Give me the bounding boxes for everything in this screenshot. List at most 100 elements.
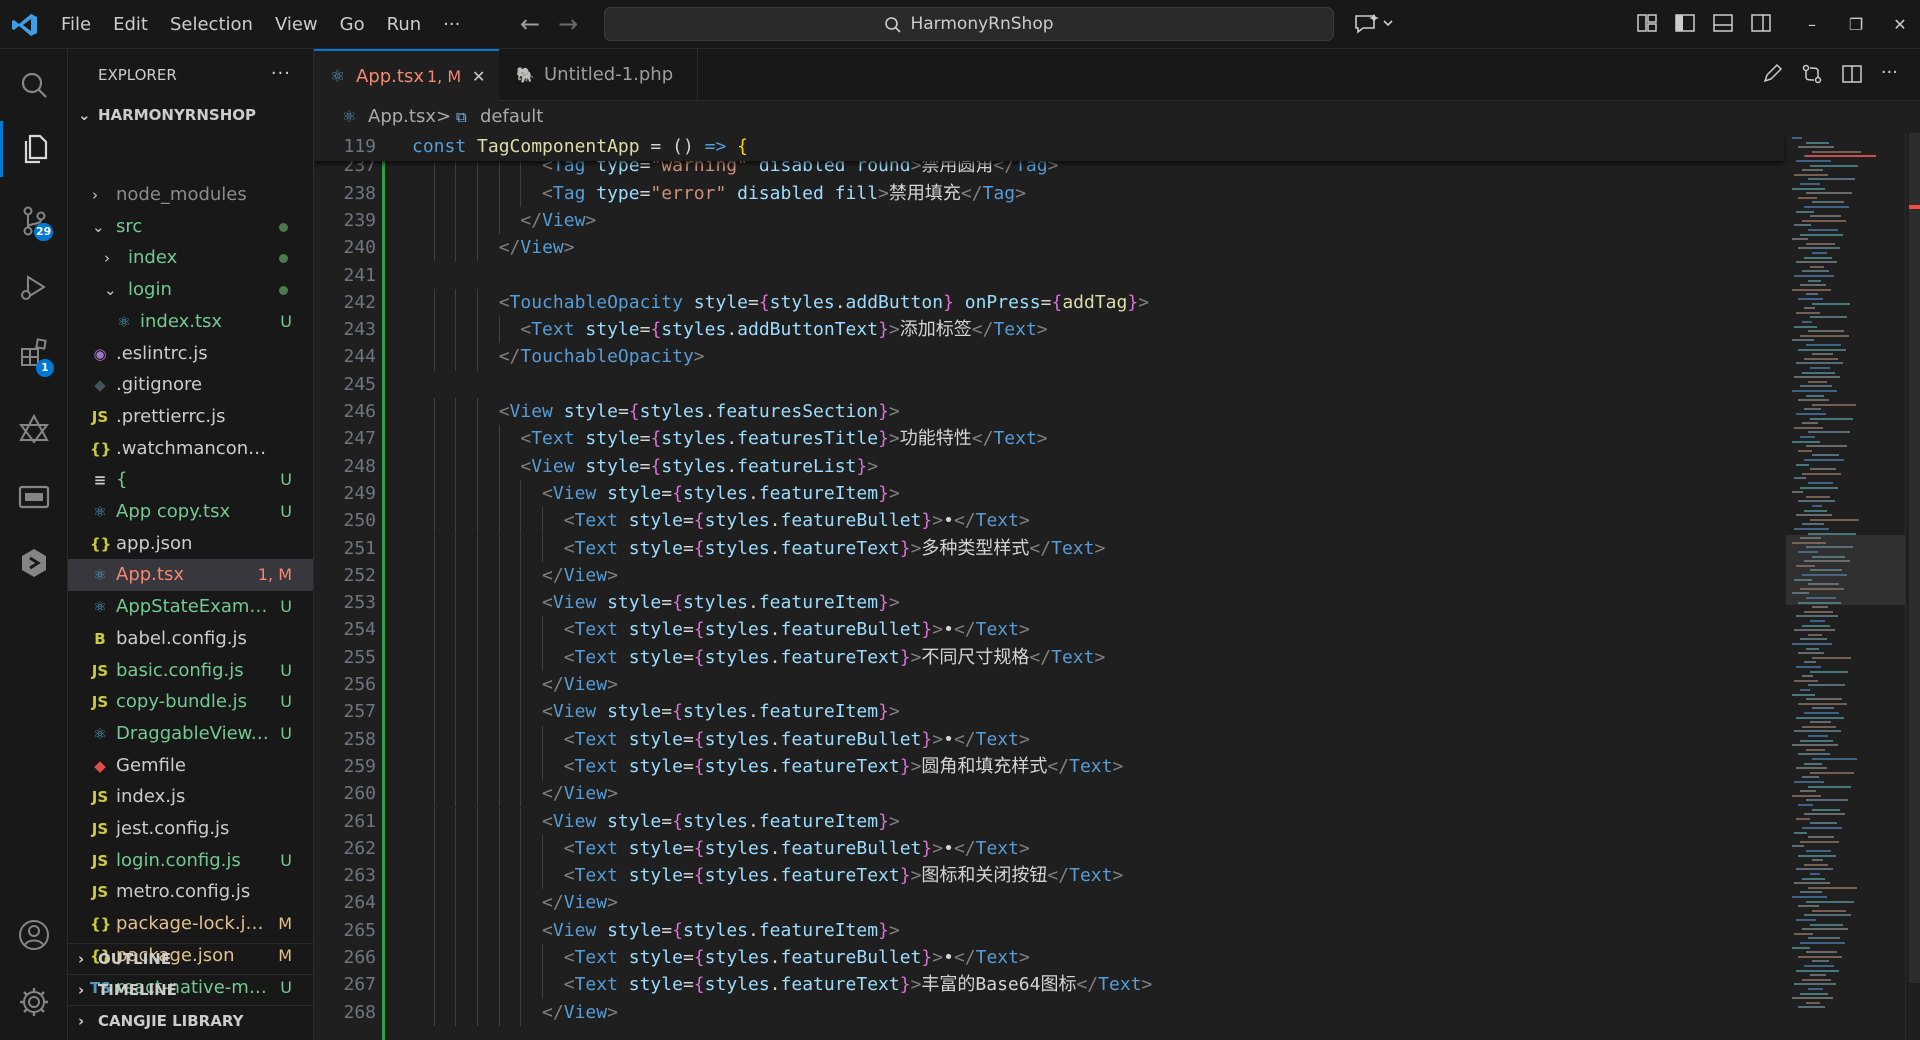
minimap[interactable] (1786, 133, 1906, 1040)
indent-guide (477, 234, 479, 262)
minimap-line (1808, 886, 1857, 889)
activity-harmony[interactable] (0, 401, 68, 457)
tree-item[interactable]: ⚛ App copy.tsx U (68, 496, 313, 528)
forward-arrow-icon[interactable]: → (558, 10, 578, 38)
tree-item[interactable]: {} app.json (68, 528, 313, 560)
minimap-line (1806, 647, 1819, 650)
tree-item[interactable]: ⌄ src (68, 211, 313, 243)
sticky-scroll-header[interactable]: 119 const TagComponentApp = () => { (314, 133, 1784, 161)
workspace-root-folder[interactable]: ⌄ HARMONYRNSHOP (68, 101, 313, 129)
tree-item[interactable]: {} package-lock.json M (68, 908, 313, 940)
copilot-menu[interactable] (1352, 11, 1396, 41)
run-debug-icon (21, 275, 46, 300)
toggle-panel-icon[interactable] (1712, 12, 1734, 34)
minimap-line (1796, 413, 1826, 415)
menu-file[interactable]: File (50, 0, 102, 49)
section-timeline[interactable]: › TIMELINE (68, 974, 313, 1005)
tree-item[interactable]: › node_modules (68, 179, 313, 211)
tree-item[interactable]: JS jest.config.js (68, 813, 313, 845)
git-status-badge: U (280, 850, 292, 870)
indent-guide (433, 589, 435, 617)
indent-guide (477, 698, 479, 726)
minimap-line (1812, 960, 1829, 963)
breadcrumb-symbol[interactable]: default (480, 101, 543, 133)
tree-item[interactable]: JS metro.config.js (68, 876, 313, 908)
activity-explorer[interactable] (0, 121, 68, 177)
tree-item[interactable]: ⌄ login (68, 274, 313, 306)
tree-item[interactable]: {} .watchmanconfig (68, 433, 313, 465)
toggle-secondary-sidebar-icon[interactable] (1750, 12, 1772, 34)
minimap-line (1804, 813, 1845, 816)
tree-item[interactable]: JS basic.config.js U (68, 655, 313, 687)
activity-run-debug[interactable] (0, 259, 68, 315)
breadcrumb-file[interactable]: App.tsx (368, 101, 436, 133)
tree-item[interactable]: ⚛ index.tsx U (68, 306, 313, 338)
restore-icon[interactable]: ❐ (1834, 0, 1878, 49)
menu-view[interactable]: View (264, 0, 329, 49)
tree-item[interactable]: JS copy-bundle.js U (68, 686, 313, 718)
minimap-line (1810, 518, 1859, 521)
tree-item[interactable]: ⚛ DraggableView.tsx U (68, 718, 313, 750)
indent-guide (433, 452, 435, 480)
copilot-chat-icon (1355, 14, 1393, 34)
minimap-line (1806, 394, 1824, 397)
more-actions-icon[interactable]: ··· (1881, 63, 1898, 85)
menu-edit[interactable]: Edit (102, 0, 159, 49)
section-cangjie-library[interactable]: › CANGJIE LIBRARY (68, 1005, 313, 1036)
minimap-line (1806, 141, 1829, 144)
close-window-icon[interactable]: ✕ (1878, 0, 1920, 49)
vertical-scrollbar[interactable] (1905, 133, 1920, 1040)
split-editor-icon[interactable] (1841, 63, 1863, 85)
tree-item-label: babel.config.js (116, 627, 247, 649)
activity-accounts[interactable] (0, 907, 68, 963)
tree-item[interactable]: Bbabel.config.js (68, 623, 313, 655)
tree-item[interactable]: ⚛ App.tsx 1, M (68, 559, 313, 592)
tab-app-tsx[interactable]: ⚛ App.tsx 1, M ✕ (314, 49, 499, 101)
edit-pencil-icon[interactable] (1761, 63, 1783, 85)
code-line: <Text style={styles.featureBullet}>•</Te… (563, 619, 1030, 641)
line-number: 265 (343, 919, 376, 941)
activity-remote-explorer[interactable] (0, 469, 68, 525)
tree-item-label: AppStateExampl... (116, 596, 270, 618)
tree-item[interactable]: JS .prettierrc.js (68, 401, 313, 433)
scrollbar-thumb[interactable] (1909, 133, 1920, 983)
explorer-more-actions[interactable]: ··· (271, 63, 291, 84)
indent-guide (542, 616, 544, 644)
tree-item[interactable]: JS login.config.js U (68, 845, 313, 877)
tree-item[interactable]: ⚛ AppStateExampl... U (68, 591, 313, 623)
activity-search[interactable] (0, 57, 68, 113)
command-center-search[interactable]: HarmonyRnShop (604, 7, 1334, 41)
indent-guide (477, 643, 479, 671)
minimize-icon[interactable]: – (1790, 0, 1834, 49)
minimap-line (1806, 242, 1835, 245)
minimap-viewport[interactable] (1786, 535, 1906, 605)
tree-item[interactable]: JS index.js (68, 781, 313, 813)
back-arrow-icon[interactable]: ← (520, 10, 540, 38)
minimap-line (1798, 702, 1847, 705)
compare-changes-icon[interactable] (1801, 63, 1823, 85)
tree-item[interactable]: ≡ {U (68, 464, 313, 496)
editor-actions: ··· (1761, 63, 1898, 85)
modified-dot-icon (279, 222, 288, 232)
file-type-icon: ⚛ (93, 724, 107, 743)
tree-item[interactable]: ◉ .eslintrc.js (68, 338, 313, 370)
code-editor[interactable]: 236 <Tag type="success" disabled icon="c… (314, 133, 1920, 1040)
section-outline[interactable]: › OUTLINE (68, 943, 313, 974)
activity-extensions[interactable]: 1 (0, 325, 68, 381)
menu-go[interactable]: Go (329, 0, 376, 49)
close-tab-icon[interactable]: ✕ (472, 51, 485, 103)
activity-source-control[interactable]: 29 (0, 193, 68, 249)
tab-untitled-php[interactable]: 🐘 Untitled-1.php (500, 49, 698, 101)
toggle-primary-sidebar-icon[interactable] (1674, 12, 1696, 34)
menu-more[interactable]: ··· (432, 0, 471, 49)
tree-item[interactable]: ◆ Gemfile (68, 750, 313, 782)
activity-cangjie[interactable] (0, 535, 68, 591)
menu-selection[interactable]: Selection (159, 0, 264, 49)
react-icon: ⚛ (330, 67, 346, 87)
customize-layout-icon[interactable] (1636, 12, 1658, 34)
tree-item[interactable]: › index (68, 242, 313, 274)
tree-item[interactable]: ◆ .gitignore (68, 369, 313, 401)
menu-run[interactable]: Run (376, 0, 433, 49)
activity-settings[interactable] (0, 974, 68, 1030)
minimap-line (1810, 367, 1830, 369)
